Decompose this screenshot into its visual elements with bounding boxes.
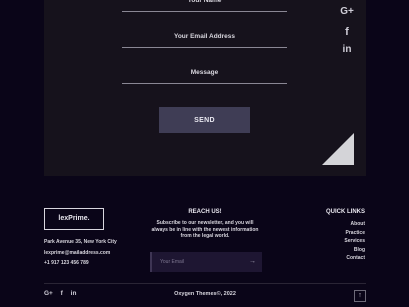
google-plus-icon[interactable]: G+: [338, 6, 356, 17]
reach-us-title: REACH US!: [188, 209, 222, 215]
email-field[interactable]: Your Email Address: [122, 33, 287, 48]
footer-logo[interactable]: lexPrime.: [44, 208, 104, 230]
footer-address: Park Avenue 35, New York City: [44, 239, 117, 245]
newsletter-form: →: [150, 252, 262, 272]
quick-link-contact[interactable]: Contact: [344, 254, 365, 263]
footer-phone[interactable]: +1 917 123 456 789: [44, 258, 117, 269]
scroll-corner-triangle: [322, 133, 354, 165]
quick-link-blog[interactable]: Blog: [344, 246, 365, 255]
quick-links-title: QUICK LINKS: [326, 209, 365, 215]
footer-contact-info: Park Avenue 35, New York City lexprime@m…: [44, 237, 117, 269]
reach-us-description: Subscribe to our newsletter, and you wil…: [151, 220, 259, 240]
linkedin-icon[interactable]: in: [71, 290, 77, 297]
facebook-icon[interactable]: f: [338, 26, 356, 38]
copyright: Oxygen Themes©, 2022: [174, 291, 236, 297]
arrow-right-icon[interactable]: →: [249, 258, 256, 265]
linkedin-icon[interactable]: in: [338, 44, 356, 55]
send-button[interactable]: SEND: [159, 107, 250, 133]
quick-link-about[interactable]: About: [344, 220, 365, 229]
scroll-to-top-icon[interactable]: ↑: [354, 290, 366, 302]
facebook-icon[interactable]: f: [61, 290, 63, 297]
quick-link-services[interactable]: Services: [344, 237, 365, 246]
bottom-social-links: G+ f in: [44, 290, 82, 297]
message-field[interactable]: Message: [122, 69, 287, 84]
footer-email[interactable]: lexprime@mailaddress.com: [44, 248, 117, 259]
quick-links-list: About Practice Services Blog Contact: [344, 220, 365, 263]
google-plus-icon[interactable]: G+: [44, 290, 53, 297]
newsletter-email-input[interactable]: [160, 252, 245, 272]
quick-link-practice[interactable]: Practice: [344, 229, 365, 238]
contact-panel: Your Name Your Email Address Message SEN…: [44, 0, 366, 176]
footer-divider: [44, 283, 366, 284]
name-field[interactable]: Your Name: [122, 0, 287, 12]
